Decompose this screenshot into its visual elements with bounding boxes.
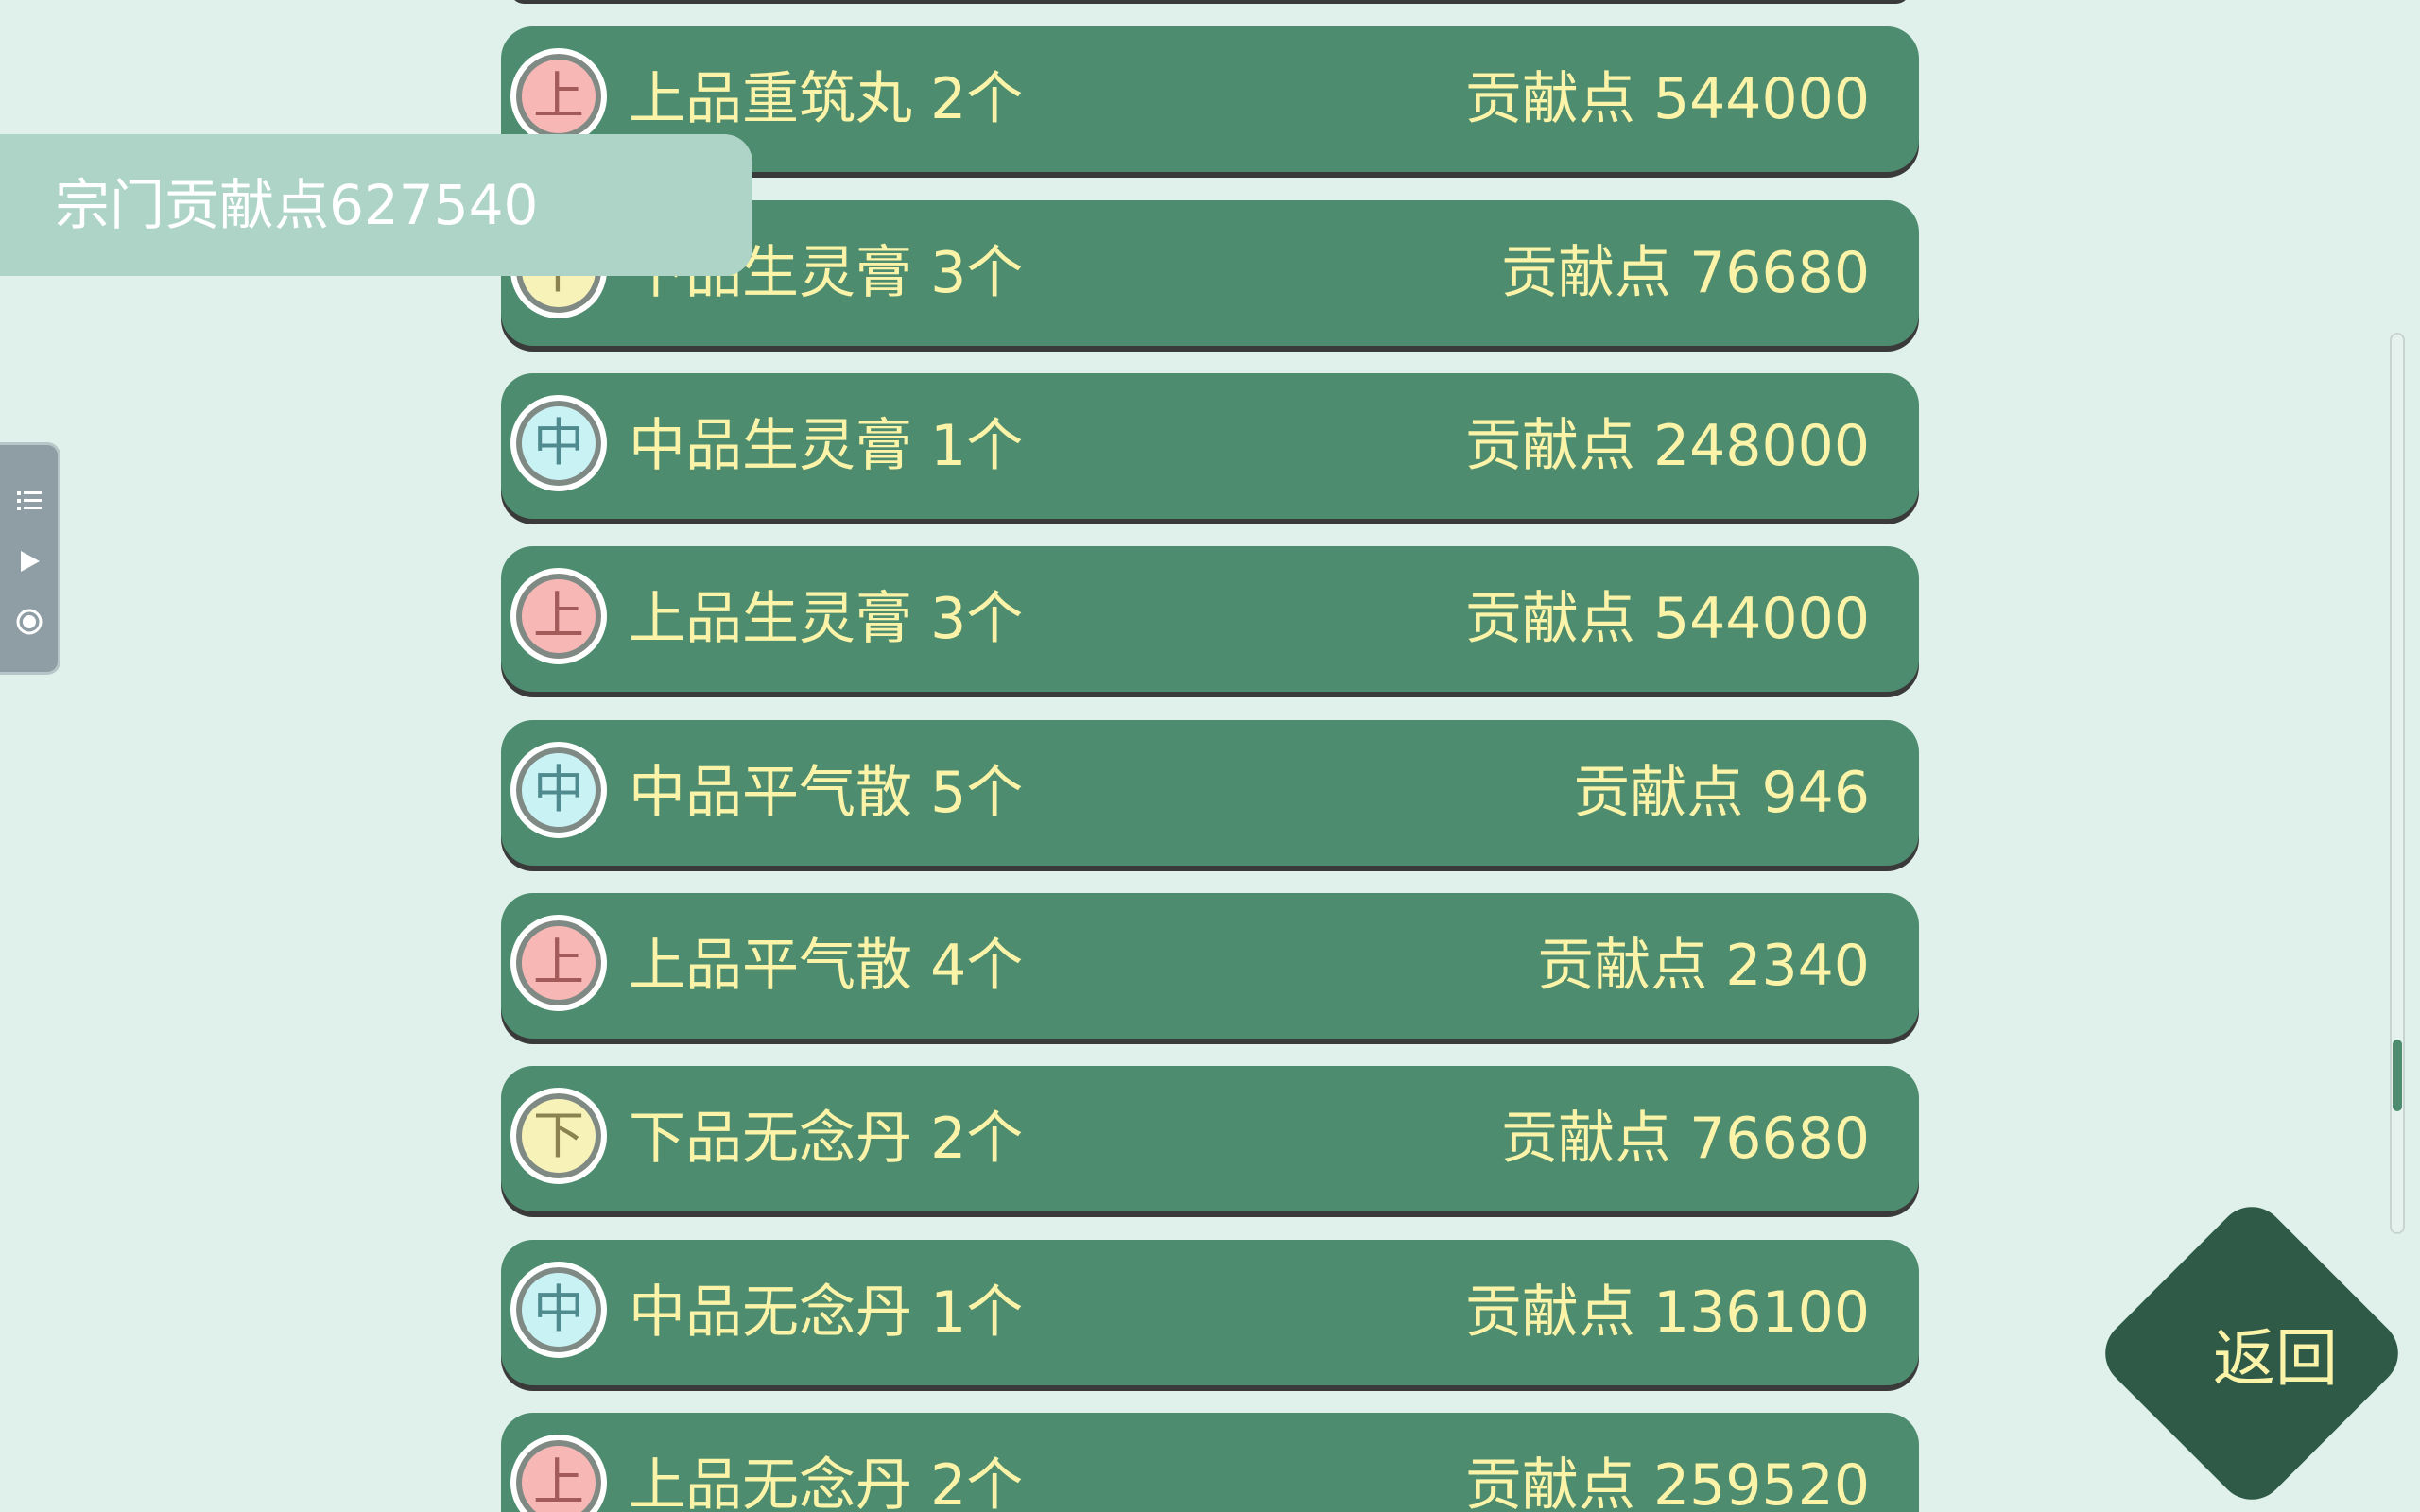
item-cost: 贡献点 2340 (1537, 933, 1870, 999)
scrollbar-thumb[interactable] (2393, 1040, 2402, 1111)
grade-badge-icon: 中 (510, 742, 607, 838)
item-name: 中品无念丹 1个 (629, 1280, 1024, 1346)
record-icon[interactable] (11, 604, 47, 640)
list-scrollbar[interactable] (2390, 333, 2405, 1234)
shop-item-row[interactable]: 中 中品平气散 5个 贡献点 946 (501, 720, 1919, 866)
shop-item-row[interactable]: 中 中品无念丹 1个 贡献点 136100 (501, 1240, 1919, 1385)
grade-badge-icon: 上 (510, 1435, 607, 1512)
sect-contribution-panel: 宗门贡献点627540 (0, 134, 752, 276)
back-button[interactable]: 返回 (2091, 1193, 2412, 1512)
item-name: 下品无念丹 2个 (629, 1106, 1024, 1172)
grade-badge-icon: 上 (510, 915, 607, 1011)
shop-item-row[interactable]: 上 上品生灵膏 3个 贡献点 544000 (501, 546, 1919, 692)
grade-badge-icon: 下 (510, 1088, 607, 1184)
shop-item-row[interactable]: 下 下品无念丹 2个 贡献点 76680 (501, 1066, 1919, 1211)
item-cost: 贡献点 544000 (1464, 586, 1870, 652)
item-cost: 贡献点 136100 (1464, 1280, 1870, 1346)
item-cost: 贡献点 544000 (1464, 66, 1870, 132)
play-icon[interactable] (11, 543, 47, 579)
item-cost: 贡献点 248000 (1464, 413, 1870, 479)
list-icon[interactable] (11, 483, 47, 519)
grade-badge-icon: 上 (510, 568, 607, 664)
shop-item-row[interactable]: 上 上品平气散 4个 贡献点 2340 (501, 893, 1919, 1039)
back-button-label: 返回 (2213, 1322, 2338, 1395)
item-name: 上品无念丹 2个 (629, 1452, 1024, 1512)
shop-item-row[interactable]: 中 中品生灵膏 1个 贡献点 248000 (501, 373, 1919, 519)
item-name: 上品平气散 4个 (629, 933, 1024, 999)
item-cost: 贡献点 259520 (1464, 1452, 1870, 1512)
item-name: 上品生灵膏 3个 (629, 586, 1024, 652)
shop-item-row[interactable]: 上 上品无念丹 2个 贡献点 259520 (501, 1413, 1919, 1512)
game-screen: 上 上品重筑丸 2个 贡献点 544000 下 下品生灵膏 3个 贡献点 766… (0, 0, 2420, 1512)
grade-badge-icon: 上 (510, 48, 607, 145)
item-cost: 贡献点 76680 (1501, 1106, 1870, 1172)
item-cost: 贡献点 76680 (1501, 240, 1870, 306)
item-name: 中品生灵膏 1个 (629, 413, 1024, 479)
grade-badge-icon: 中 (510, 1262, 607, 1358)
floating-toolbar (0, 442, 60, 675)
grade-badge-icon: 中 (510, 395, 607, 491)
item-cost: 贡献点 946 (1573, 760, 1870, 826)
item-name: 中品平气散 5个 (629, 760, 1024, 826)
